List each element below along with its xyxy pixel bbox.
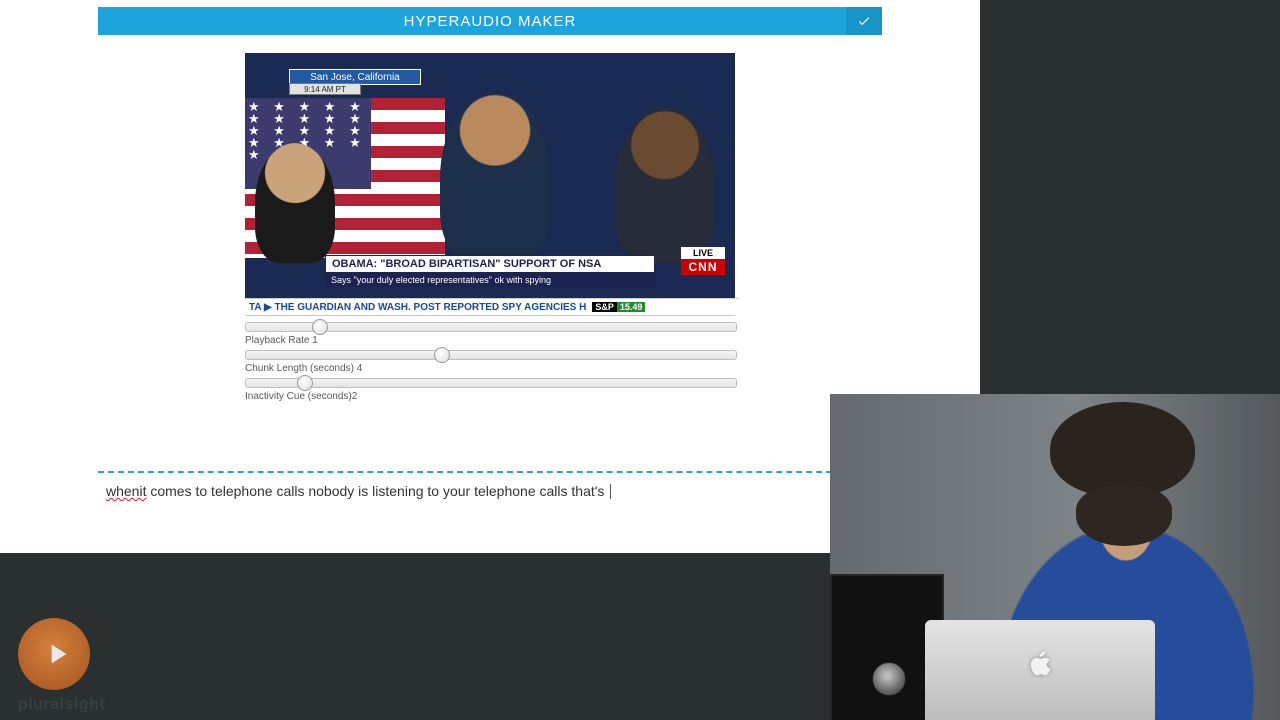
lower-third: OBAMA: "BROAD BIPARTISAN" SUPPORT OF NSA… xyxy=(325,255,655,287)
network-logo: CNN xyxy=(681,259,725,275)
slider-thumb[interactable] xyxy=(297,375,313,391)
laptop xyxy=(925,620,1155,720)
header-bar: HYPERAUDIO MAKER xyxy=(98,7,882,35)
person-silhouette-center xyxy=(440,93,550,263)
person-silhouette-left xyxy=(255,143,335,263)
play-button[interactable] xyxy=(18,618,90,690)
speaker-beard xyxy=(1076,486,1172,546)
chyron-subline: Says "your duly elected representatives"… xyxy=(325,273,655,287)
brand-watermark: pluralsight xyxy=(18,696,105,714)
ticker-index-value: 15.49 xyxy=(617,302,646,312)
speaker-hair xyxy=(1050,402,1195,497)
ticker-text: TA ▶ THE GUARDIAN AND WASH. POST REPORTE… xyxy=(249,302,586,313)
slider-label: Chunk Length (seconds) 4 xyxy=(245,363,735,374)
slider-thumb[interactable] xyxy=(434,347,450,363)
ticker-index-label: S&P xyxy=(592,302,617,312)
live-badge-stack: LIVE CNN xyxy=(681,247,725,275)
chyron-headline: OBAMA: "BROAD BIPARTISAN" SUPPORT OF NSA xyxy=(325,255,655,273)
slider-thumb[interactable] xyxy=(312,319,328,335)
video-player[interactable]: ★ ★ ★ ★ ★ ★ ★ ★ ★ ★ ★ ★ ★ ★ ★ ★ ★ ★ ★ ★ … xyxy=(245,53,735,316)
play-icon xyxy=(41,638,73,670)
slider-group: Playback Rate 1 Chunk Length (seconds) 4… xyxy=(245,322,735,402)
news-ticker: TA ▶ THE GUARDIAN AND WASH. POST REPORTE… xyxy=(245,298,739,315)
transcript-text[interactable]: comes to telephone calls nobody is liste… xyxy=(146,483,608,499)
speaker-camera-pip xyxy=(830,394,1280,720)
video-time-tag: 9:14 AM PT xyxy=(289,83,361,95)
text-cursor xyxy=(610,484,611,499)
microphone-icon xyxy=(872,662,906,696)
section-divider xyxy=(98,471,882,473)
slider-label: Inactivity Cue (seconds)2 xyxy=(245,391,735,402)
playback-rate-slider[interactable]: Playback Rate 1 xyxy=(245,322,735,346)
inactivity-cue-slider[interactable]: Inactivity Cue (seconds)2 xyxy=(245,378,735,402)
slider-label: Playback Rate 1 xyxy=(245,335,735,346)
confirm-button[interactable] xyxy=(846,7,882,35)
live-label: LIVE xyxy=(681,247,725,259)
transcript-input[interactable]: whenit comes to telephone calls nobody i… xyxy=(106,481,874,502)
content-container: HYPERAUDIO MAKER ★ ★ ★ ★ ★ ★ ★ ★ ★ ★ ★ ★… xyxy=(98,7,882,553)
person-silhouette-right xyxy=(615,108,715,263)
apple-logo-icon xyxy=(1022,644,1058,684)
chunk-length-slider[interactable]: Chunk Length (seconds) 4 xyxy=(245,350,735,374)
app-title: HYPERAUDIO MAKER xyxy=(404,13,577,30)
misspelled-word[interactable]: whenit xyxy=(106,483,146,499)
check-icon xyxy=(857,14,871,28)
